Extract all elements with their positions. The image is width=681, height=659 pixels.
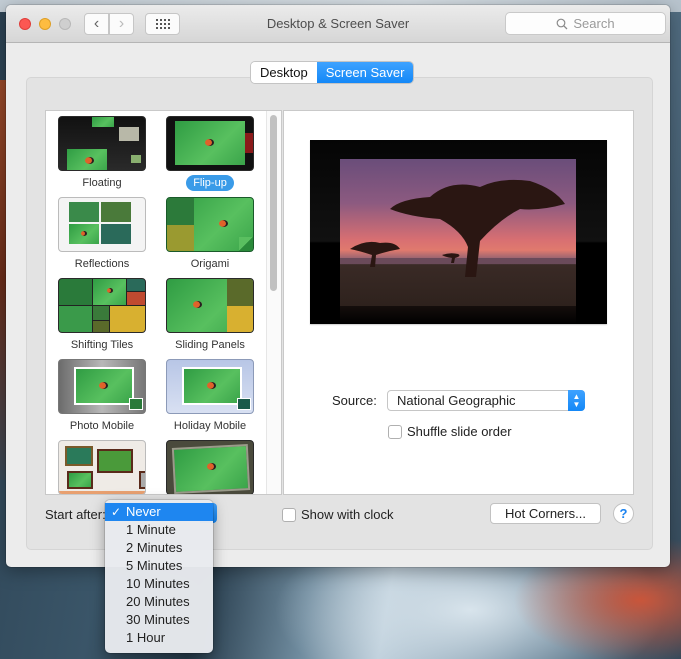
flip-up-thumbnail — [166, 116, 254, 171]
source-select[interactable]: National Geographic ▲ ▼ — [387, 390, 585, 411]
shuffle-checkbox-row[interactable]: Shuffle slide order — [388, 424, 512, 439]
menu-item-1-hour[interactable]: 1 Hour — [105, 629, 213, 647]
shuffle-checkbox[interactable] — [388, 424, 402, 439]
screen-saver-ken-burns[interactable] — [166, 440, 254, 494]
preview-reflection — [340, 306, 576, 324]
holiday-mobile-thumbnail — [166, 359, 254, 414]
photo-mobile-thumbnail — [58, 359, 146, 414]
search-placeholder: Search — [573, 16, 615, 31]
tab-bar: Desktop Screen Saver — [251, 62, 414, 83]
vintage-prints-thumbnail — [58, 440, 146, 494]
menu-item-never[interactable]: ✓ Never — [105, 503, 213, 521]
screen-saver-vintage-prints[interactable] — [58, 440, 146, 494]
tile-label: Sliding Panels — [175, 339, 245, 351]
menu-item-10-minutes[interactable]: 10 Minutes — [105, 575, 213, 593]
source-value: National Geographic — [397, 393, 516, 408]
menu-item-label: Never — [126, 504, 161, 519]
start-after-menu: ✓ Never 1 Minute 2 Minutes 5 Minutes 10 … — [105, 500, 213, 653]
screen-saver-shifting-tiles[interactable]: Shifting Tiles — [58, 278, 146, 353]
help-button[interactable]: ? — [613, 503, 634, 524]
tile-label: Photo Mobile — [69, 420, 135, 432]
search-icon — [556, 18, 568, 29]
search-field[interactable]: Search — [505, 12, 666, 35]
screen-saver-preview — [310, 140, 607, 324]
scrollbar-thumb[interactable] — [270, 115, 277, 291]
screen-saver-origami[interactable]: Origami — [166, 197, 254, 272]
menu-item-5-minutes[interactable]: 5 Minutes — [105, 557, 213, 575]
tile-label-selected: Flip-up — [186, 175, 234, 191]
shifting-tiles-thumbnail — [58, 278, 146, 333]
tab-screen-saver[interactable]: Screen Saver — [316, 62, 414, 83]
tile-label: Shifting Tiles — [70, 339, 134, 351]
screen-saver-reflections[interactable]: Reflections — [58, 197, 146, 272]
show-clock-checkbox-row[interactable]: Show with clock — [282, 507, 393, 522]
screen-saver-sliding-panels[interactable]: Sliding Panels — [166, 278, 254, 353]
screen-saver-list: Floating Flip-up Reflections Origami Shi… — [45, 110, 282, 495]
floating-thumbnail — [58, 116, 146, 171]
updown-chevron-icon: ▲ ▼ — [568, 390, 585, 411]
tile-label: Floating — [82, 177, 122, 189]
menu-item-2-minutes[interactable]: 2 Minutes — [105, 539, 213, 557]
screen-saver-photo-mobile[interactable]: Photo Mobile — [58, 359, 146, 434]
show-clock-label: Show with clock — [301, 507, 394, 522]
shuffle-label: Shuffle slide order — [407, 424, 512, 439]
screen-saver-holiday-mobile[interactable]: Holiday Mobile — [166, 359, 254, 434]
menu-item-1-minute[interactable]: 1 Minute — [105, 521, 213, 539]
list-scrollbar[interactable] — [266, 111, 281, 494]
hot-corners-button[interactable]: Hot Corners... — [490, 503, 601, 524]
title-bar: ‹ › Desktop & Screen Saver Search — [6, 5, 670, 43]
acacia-tree-illustration — [340, 179, 576, 277]
tile-label: Reflections — [74, 258, 130, 270]
menu-item-20-minutes[interactable]: 20 Minutes — [105, 593, 213, 611]
tile-label: Origami — [190, 258, 230, 270]
menu-item-30-minutes[interactable]: 30 Minutes — [105, 611, 213, 629]
origami-thumbnail — [166, 197, 254, 252]
screen-saver-flip-up[interactable]: Flip-up — [166, 116, 254, 191]
screen-saver-floating[interactable]: Floating — [58, 116, 146, 191]
show-clock-checkbox[interactable] — [282, 507, 296, 522]
tab-desktop[interactable]: Desktop — [251, 62, 317, 83]
sliding-panels-thumbnail — [166, 278, 254, 333]
start-after-label: Start after: — [45, 507, 106, 522]
preview-photo — [340, 159, 576, 306]
checkmark-icon: ✓ — [111, 505, 122, 519]
tile-label: Holiday Mobile — [173, 420, 247, 432]
source-label: Source: — [332, 393, 377, 408]
reflections-thumbnail — [58, 197, 146, 252]
ken-burns-thumbnail — [166, 440, 254, 494]
